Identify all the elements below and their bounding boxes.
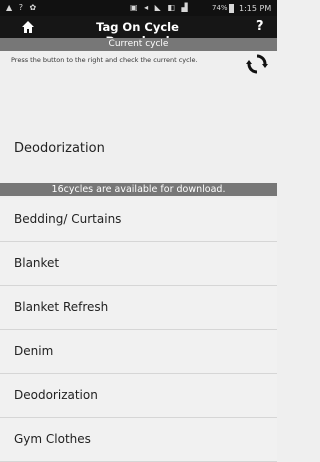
status-left-icons: ▲ ? ✿ xyxy=(6,3,39,12)
battery-percent: 74% xyxy=(212,4,228,12)
current-cycle-value: Deodorization xyxy=(14,141,105,156)
list-item[interactable]: Bedding/ Curtains xyxy=(0,198,277,242)
status-mid-icons: ▣ ◂ ◣ ◧ ▟ xyxy=(130,3,190,12)
home-icon[interactable] xyxy=(20,19,36,35)
status-bar: ▲ ? ✿ ▣ ◂ ◣ ◧ ▟ 74% 1:15 PM xyxy=(0,0,277,16)
available-header: 16cycles are available for download. xyxy=(0,183,277,196)
app-bar: Tag On Cycle Download ? xyxy=(0,16,277,48)
instruction-text: Press the button to the right and check … xyxy=(11,56,198,64)
list-item[interactable]: Denim xyxy=(0,330,277,374)
status-time: 1:15 PM xyxy=(239,4,272,13)
list-item[interactable]: Gym Clothes xyxy=(0,418,277,462)
battery-icon xyxy=(229,4,234,13)
current-cycle-header: Current cycle xyxy=(0,38,277,51)
list-item[interactable]: Blanket Refresh xyxy=(0,286,277,330)
list-item[interactable]: Deodorization xyxy=(0,374,277,418)
help-button[interactable]: ? xyxy=(256,19,264,34)
refresh-icon[interactable] xyxy=(245,52,269,76)
list-item[interactable]: Blanket xyxy=(0,242,277,286)
cycle-list: Bedding/ Curtains Blanket Blanket Refres… xyxy=(0,198,277,462)
